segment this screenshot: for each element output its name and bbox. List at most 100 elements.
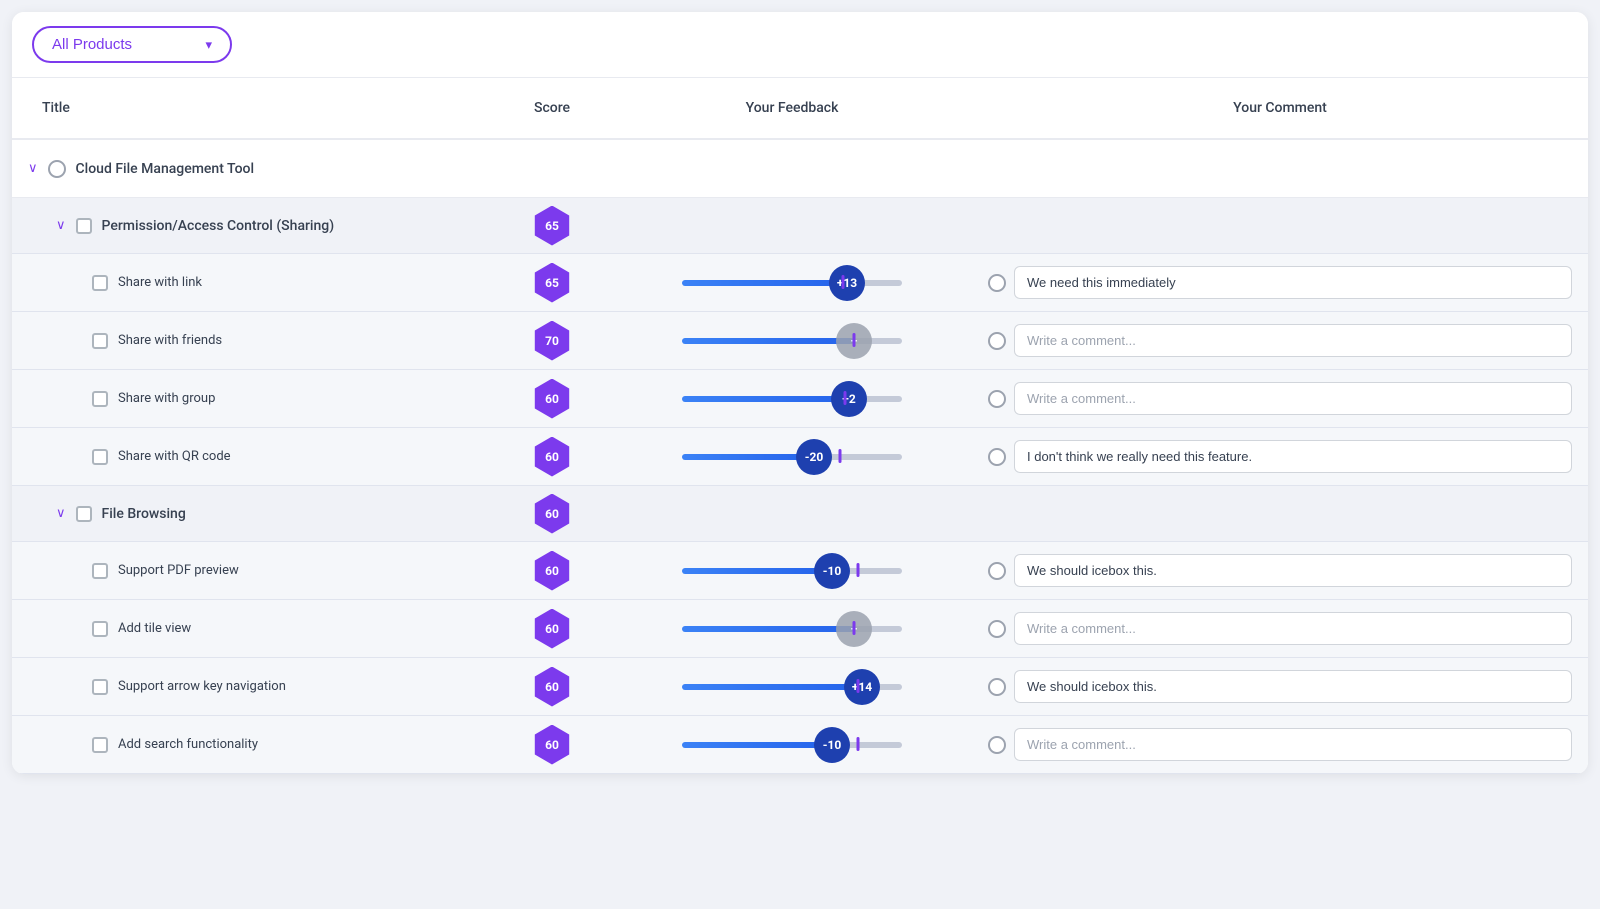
radio-circle[interactable] <box>988 448 1006 466</box>
slider-fill <box>682 742 832 748</box>
item-title-cell: Support PDF preview <box>12 553 492 589</box>
comment-cell <box>972 544 1588 597</box>
item-checkbox[interactable] <box>92 449 108 465</box>
slider-cell[interactable]: + <box>612 625 972 633</box>
item-score-cell: 70 <box>492 321 612 361</box>
radio-circle[interactable] <box>988 562 1006 580</box>
score-badge: 60 <box>532 494 572 534</box>
subgroup-title: File Browsing <box>102 506 186 522</box>
score-badge: 60 <box>532 609 572 649</box>
comment-cell <box>972 660 1588 713</box>
thumb-label: -10 <box>823 738 842 752</box>
item-score-cell: 65 <box>492 263 612 303</box>
expand-chevron[interactable]: ∨ <box>56 506 66 521</box>
slider-track[interactable]: -10 <box>682 567 902 575</box>
item-title-cell: Add tile view <box>12 611 492 647</box>
slider-cell[interactable]: + <box>612 337 972 345</box>
subgroup-checkbox[interactable] <box>76 218 92 234</box>
slider-track[interactable]: + <box>682 337 902 345</box>
subgroup-row-0: ∨ Permission/Access Control (Sharing) 65 <box>12 198 1588 254</box>
comment-input[interactable] <box>1014 440 1572 473</box>
item-title-cell: Support arrow key navigation <box>12 669 492 705</box>
slider-marker <box>844 391 847 405</box>
slider-track[interactable]: +14 <box>682 683 902 691</box>
comment-input[interactable] <box>1014 266 1572 299</box>
score-badge: 60 <box>532 667 572 707</box>
item-title-cell: Share with group <box>12 381 492 417</box>
score-badge: 65 <box>532 206 572 246</box>
comment-cell <box>972 256 1588 309</box>
item-checkbox[interactable] <box>92 737 108 753</box>
item-checkbox[interactable] <box>92 563 108 579</box>
subgroup-cell: ∨ Permission/Access Control (Sharing) <box>12 204 492 248</box>
slider-thumb[interactable]: -10 <box>814 727 850 763</box>
comment-cell <box>972 602 1588 655</box>
thumb-label: +14 <box>852 680 872 694</box>
comment-input[interactable] <box>1014 612 1572 645</box>
score-badge: 70 <box>532 321 572 361</box>
item-title: Support PDF preview <box>118 563 239 578</box>
item-checkbox[interactable] <box>92 391 108 407</box>
subgroup-score-cell: 60 <box>492 494 612 534</box>
slider-fill <box>682 280 847 286</box>
slider-cell[interactable]: +13 <box>612 279 972 287</box>
slider-fill <box>682 568 832 574</box>
comment-input[interactable] <box>1014 554 1572 587</box>
group-title: Cloud File Management Tool <box>76 161 255 177</box>
table-row: Share with friends 70 + <box>12 312 1588 370</box>
thumb-label: +13 <box>837 276 857 290</box>
slider-track[interactable]: +2 <box>682 395 902 403</box>
radio-circle[interactable] <box>988 390 1006 408</box>
radio-circle[interactable] <box>988 678 1006 696</box>
slider-thumb[interactable]: +14 <box>844 669 880 705</box>
slider-thumb[interactable]: +13 <box>829 265 865 301</box>
expand-chevron[interactable]: ∨ <box>56 218 66 233</box>
slider-track[interactable]: -10 <box>682 741 902 749</box>
slider-cell[interactable]: -10 <box>612 741 972 749</box>
comment-cell <box>972 430 1588 483</box>
item-title: Add search functionality <box>118 737 258 752</box>
slider-track[interactable]: -20 <box>682 453 902 461</box>
item-checkbox[interactable] <box>92 275 108 291</box>
comment-input[interactable] <box>1014 324 1572 357</box>
slider-marker <box>857 737 860 751</box>
slider-track[interactable]: +13 <box>682 279 902 287</box>
item-checkbox[interactable] <box>92 679 108 695</box>
slider-cell[interactable]: -10 <box>612 567 972 575</box>
comment-input[interactable] <box>1014 382 1572 415</box>
thumb-label: -20 <box>805 450 824 464</box>
subgroup-row-1: ∨ File Browsing 60 <box>12 486 1588 542</box>
item-title-cell: Add search functionality <box>12 727 492 763</box>
subgroup-checkbox[interactable] <box>76 506 92 522</box>
item-score-cell: 60 <box>492 667 612 707</box>
column-title: Title <box>12 78 492 138</box>
score-badge: 60 <box>532 551 572 591</box>
table-row: Support arrow key navigation 60 +14 <box>12 658 1588 716</box>
item-score-cell: 60 <box>492 551 612 591</box>
table-row: Support PDF preview 60 -10 <box>12 542 1588 600</box>
score-badge: 60 <box>532 379 572 419</box>
item-score-cell: 60 <box>492 609 612 649</box>
radio-circle[interactable] <box>988 620 1006 638</box>
radio-circle[interactable] <box>988 332 1006 350</box>
item-checkbox[interactable] <box>92 621 108 637</box>
slider-thumb[interactable]: -10 <box>814 553 850 589</box>
slider-thumb[interactable]: +2 <box>831 381 867 417</box>
radio-circle[interactable] <box>988 736 1006 754</box>
slider-cell[interactable]: +14 <box>612 683 972 691</box>
slider-track[interactable]: + <box>682 625 902 633</box>
comment-input[interactable] <box>1014 728 1572 761</box>
comment-input[interactable] <box>1014 670 1572 703</box>
slider-marker <box>857 679 860 693</box>
item-checkbox[interactable] <box>92 333 108 349</box>
slider-fill <box>682 396 849 402</box>
radio-circle[interactable] <box>988 274 1006 292</box>
slider-marker <box>857 563 860 577</box>
slider-thumb[interactable]: -20 <box>796 439 832 475</box>
expand-chevron[interactable]: ∨ <box>28 161 38 176</box>
all-products-dropdown[interactable]: All Products ▾ <box>32 26 232 63</box>
page-wrapper: All Products ▾ Title Score Your Feedback… <box>12 12 1588 774</box>
slider-cell[interactable]: +2 <box>612 395 972 403</box>
slider-marker <box>853 621 856 635</box>
slider-cell[interactable]: -20 <box>612 453 972 461</box>
